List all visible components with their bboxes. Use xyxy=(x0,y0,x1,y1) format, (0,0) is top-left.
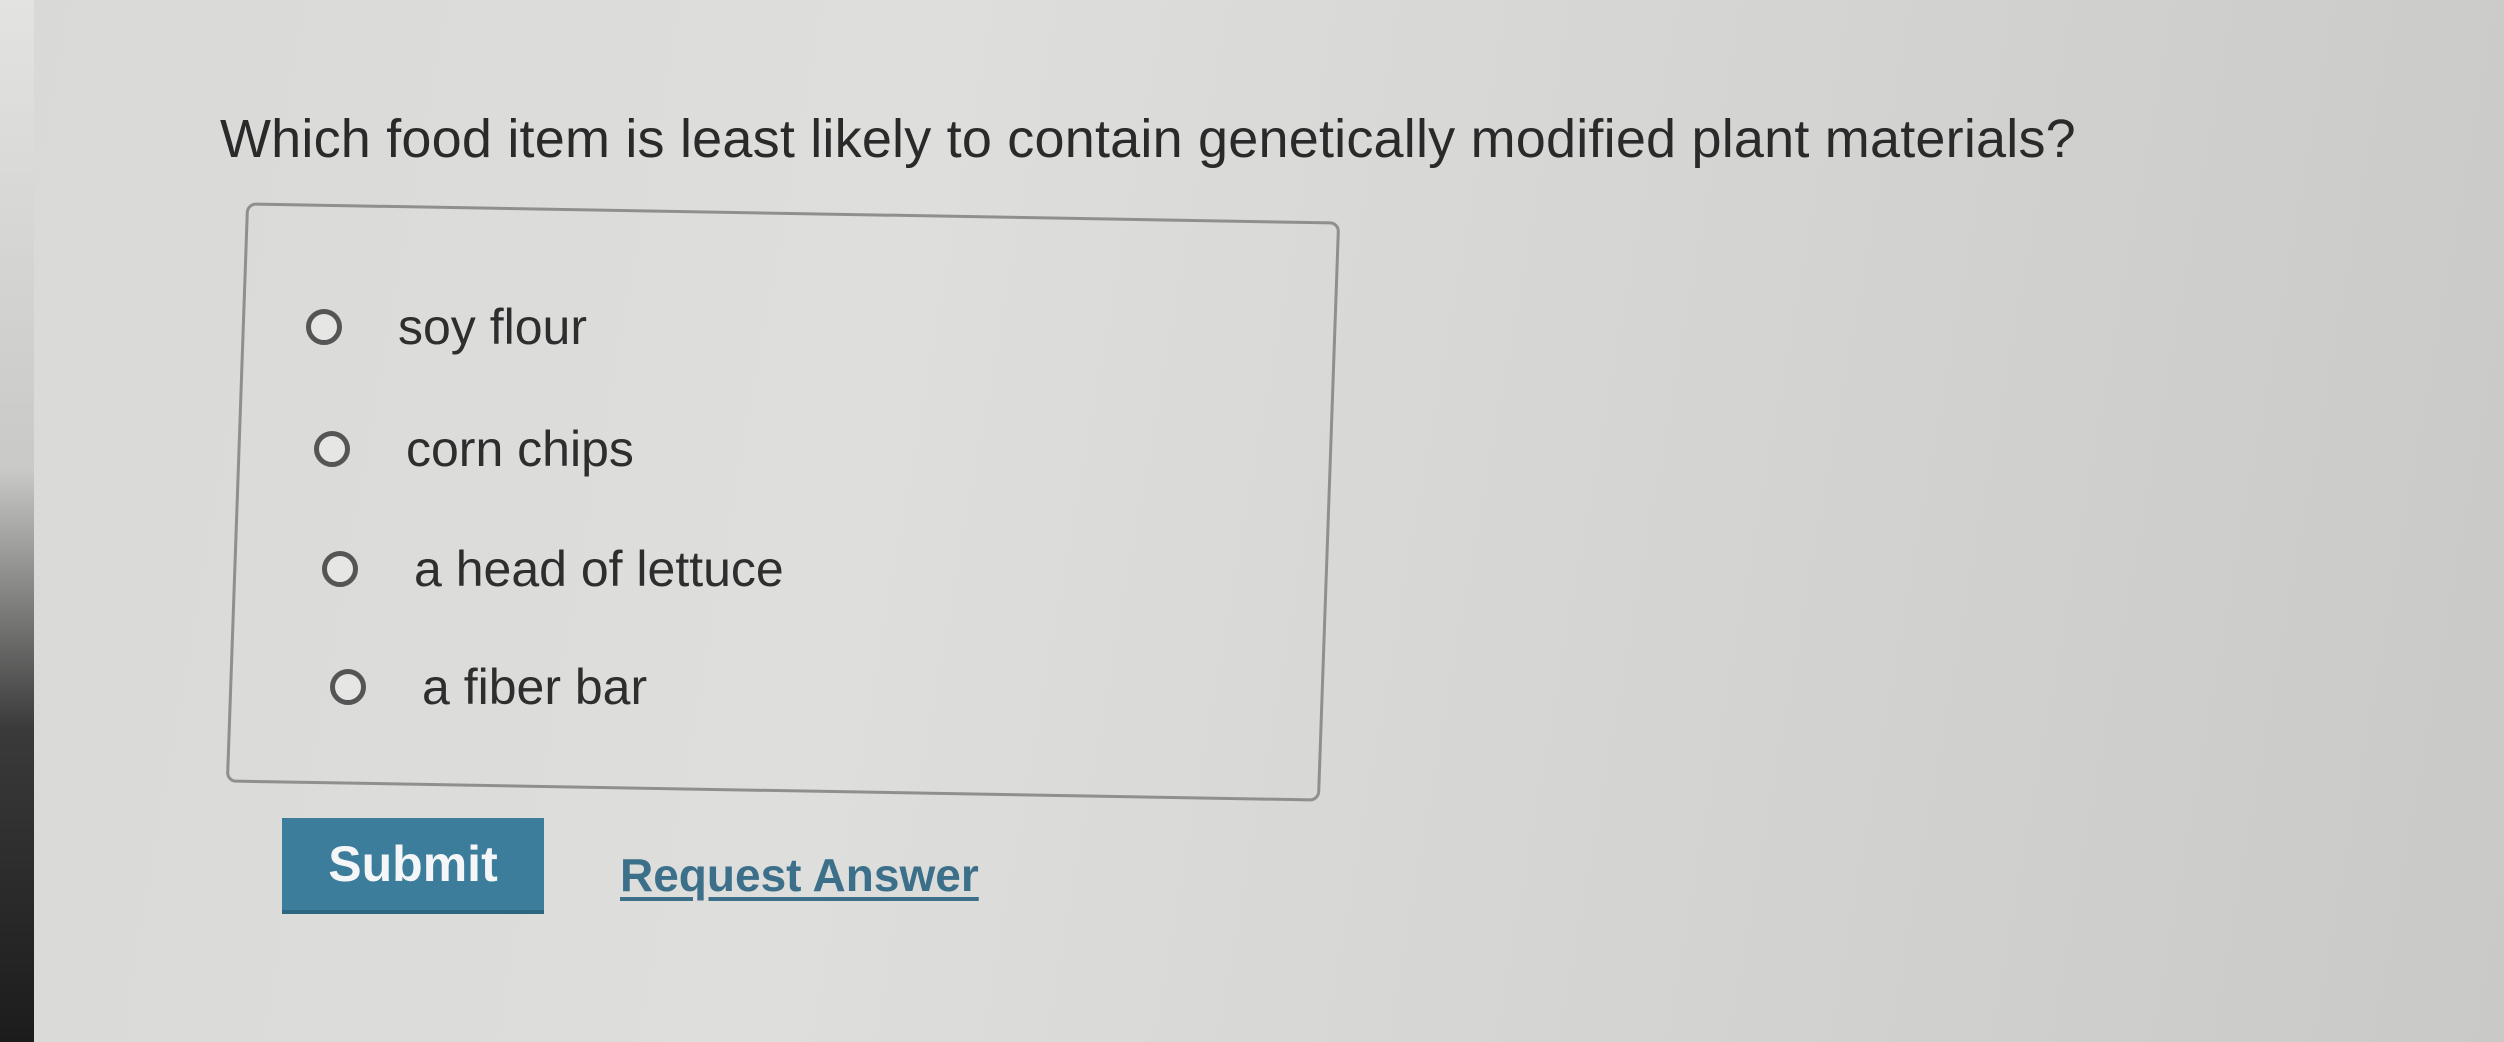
radio-button[interactable] xyxy=(306,309,342,345)
radio-button[interactable] xyxy=(322,551,358,587)
submit-button[interactable]: Submit xyxy=(282,818,544,914)
question-text: Which food item is least likely to conta… xyxy=(220,109,2076,169)
option-corn-chips[interactable]: corn chips xyxy=(314,420,634,478)
option-label: corn chips xyxy=(406,421,634,477)
option-fiber-bar[interactable]: a fiber bar xyxy=(330,658,647,716)
option-head-of-lettuce[interactable]: a head of lettuce xyxy=(322,540,784,598)
option-label: a head of lettuce xyxy=(414,541,784,597)
radio-button[interactable] xyxy=(330,669,366,705)
option-soy-flour[interactable]: soy flour xyxy=(306,298,587,356)
request-answer-link[interactable]: Request Answer xyxy=(620,848,979,902)
option-label: a fiber bar xyxy=(422,659,648,715)
screen-bezel xyxy=(0,0,34,1042)
radio-button[interactable] xyxy=(314,431,350,467)
option-label: soy flour xyxy=(398,299,587,355)
